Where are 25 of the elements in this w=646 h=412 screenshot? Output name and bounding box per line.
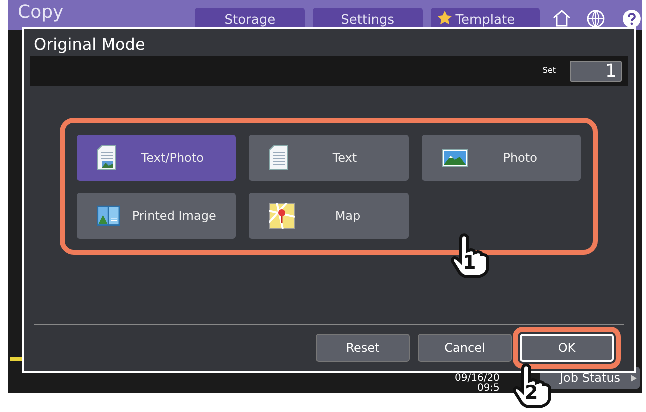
mode-button[interactable]: Photo [422,134,581,180]
callout-number: 2 [525,384,538,403]
star-icon [436,10,453,26]
date-text: 09/16/20 [455,374,500,384]
document-icon [269,144,290,170]
map-pin-icon [269,202,296,228]
mode-button[interactable]: Text/Photo [77,134,236,180]
dialog-button[interactable]: Reset [316,334,410,362]
help-icon[interactable] [622,9,642,29]
set-label: Set [542,65,556,77]
progress-mark [10,357,22,361]
time-text: 09:5 [477,384,500,394]
callout-number: 1 [463,254,476,273]
mode-button[interactable]: Printed Image [77,192,236,238]
dialog-title: Original Mode [33,34,146,56]
mode-button[interactable]: Map [249,192,409,238]
set-field[interactable]: 1 [570,60,622,82]
landscape-picture-icon [442,148,468,166]
globe-icon[interactable] [586,9,606,29]
arrow-icon [631,374,637,382]
home-icon[interactable] [552,8,572,28]
app-title: Copy [18,4,65,22]
document-picture-icon [97,144,117,170]
mode-button[interactable]: Text [249,134,409,180]
dialog-button[interactable]: Cancel [418,334,512,362]
